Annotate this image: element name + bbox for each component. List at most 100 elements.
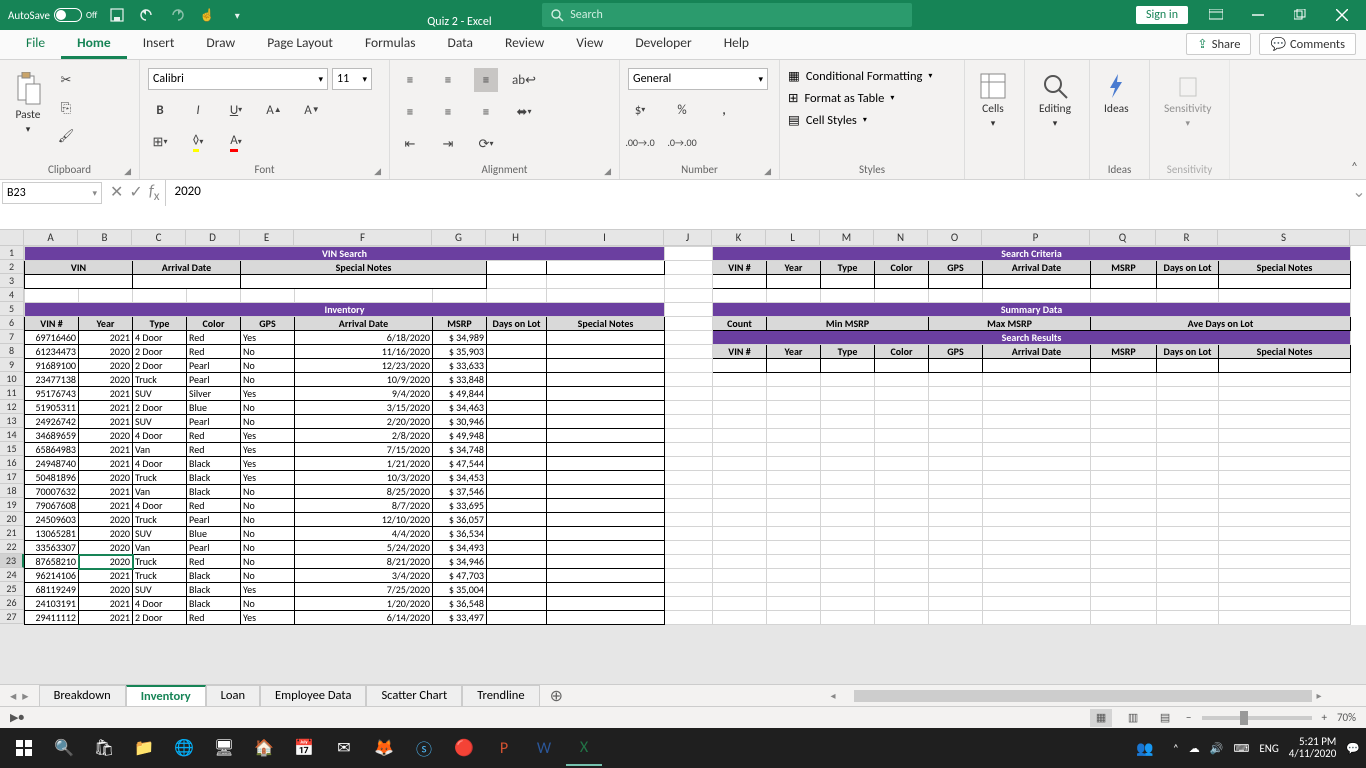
format-painter-icon[interactable]: 🖌 <box>54 124 78 148</box>
ribbon-tab-file[interactable]: File <box>10 29 61 59</box>
orientation-icon[interactable]: ⟳ ▾ <box>474 132 498 156</box>
ribbon-tab-view[interactable]: View <box>560 29 619 59</box>
row-header-24[interactable]: 24 <box>0 568 24 582</box>
alignment-launcher-icon[interactable]: ◢ <box>604 166 611 177</box>
align-right-icon[interactable]: ≡ <box>474 100 498 124</box>
ribbon-tab-data[interactable]: Data <box>432 29 489 59</box>
autosave-toggle[interactable]: AutoSave Off <box>8 8 97 22</box>
align-top-icon[interactable]: ≡ <box>398 68 422 92</box>
close-icon[interactable] <box>1328 1 1356 29</box>
sheet-tab-loan[interactable]: Loan <box>206 685 260 706</box>
volume-icon[interactable]: 🔊 <box>1210 742 1224 755</box>
clock[interactable]: 5:21 PM 4/11/2020 <box>1289 736 1337 760</box>
select-all-corner[interactable] <box>0 230 24 245</box>
col-header-M[interactable]: M <box>820 230 874 245</box>
align-middle-icon[interactable]: ≡ <box>436 68 460 92</box>
editing-button[interactable]: Editing▾ <box>1033 68 1077 133</box>
cut-icon[interactable]: ✂ <box>54 68 78 92</box>
cancel-formula-icon[interactable]: ✕ <box>110 182 123 202</box>
row-header-10[interactable]: 10 <box>0 372 24 386</box>
row-header-11[interactable]: 11 <box>0 386 24 400</box>
col-header-F[interactable]: F <box>294 230 432 245</box>
row-header-12[interactable]: 12 <box>0 400 24 414</box>
font-launcher-icon[interactable]: ◢ <box>374 166 381 177</box>
ribbon-tab-home[interactable]: Home <box>61 29 127 59</box>
powerpoint-icon[interactable]: P <box>486 730 522 766</box>
onedrive-icon[interactable]: ☁ <box>1189 742 1200 755</box>
chrome-icon[interactable]: 🔴 <box>446 730 482 766</box>
save-icon[interactable] <box>107 5 127 25</box>
sheet-tab-breakdown[interactable]: Breakdown <box>39 685 126 706</box>
notifications-icon[interactable]: 💬 <box>1346 742 1360 755</box>
ribbon-tab-help[interactable]: Help <box>708 29 765 59</box>
formula-input[interactable]: 2020 <box>166 180 1352 229</box>
row-header-22[interactable]: 22 <box>0 540 24 554</box>
page-break-view-icon[interactable]: ▤ <box>1154 709 1176 727</box>
maximize-icon[interactable] <box>1286 1 1314 29</box>
row-header-15[interactable]: 15 <box>0 442 24 456</box>
sheet-tab-trendline[interactable]: Trendline <box>462 685 539 706</box>
col-header-O[interactable]: O <box>928 230 982 245</box>
col-header-N[interactable]: N <box>874 230 928 245</box>
decrease-decimal-icon[interactable]: .0→.00 <box>670 130 694 154</box>
col-header-A[interactable]: A <box>24 230 78 245</box>
underline-icon[interactable]: U ▾ <box>224 98 248 122</box>
zoom-in-icon[interactable]: + <box>1322 711 1327 724</box>
bold-icon[interactable]: B <box>148 98 172 122</box>
firefox-icon[interactable]: 🦊 <box>366 730 402 766</box>
enter-formula-icon[interactable]: ✓ <box>129 182 142 202</box>
col-header-E[interactable]: E <box>240 230 294 245</box>
row-header-25[interactable]: 25 <box>0 582 24 596</box>
align-bottom-icon[interactable]: ≡ <box>474 68 498 92</box>
row-header-26[interactable]: 26 <box>0 596 24 610</box>
col-header-R[interactable]: R <box>1156 230 1218 245</box>
cells-button[interactable]: Cells▾ <box>973 68 1013 133</box>
file-explorer-icon[interactable]: 📁 <box>126 730 162 766</box>
col-header-D[interactable]: D <box>186 230 240 245</box>
zoom-slider[interactable] <box>1202 716 1312 720</box>
col-header-C[interactable]: C <box>132 230 186 245</box>
increase-decimal-icon[interactable]: .00→.0 <box>628 130 652 154</box>
col-header-B[interactable]: B <box>78 230 132 245</box>
language-indicator[interactable]: ENG <box>1259 742 1278 755</box>
row-header-13[interactable]: 13 <box>0 414 24 428</box>
col-header-I[interactable]: I <box>546 230 664 245</box>
merge-icon[interactable]: ⬌ ▾ <box>512 100 536 124</box>
align-center-icon[interactable]: ≡ <box>436 100 460 124</box>
sheet-nav-next-icon[interactable]: ▸ <box>22 688 28 704</box>
row-header-16[interactable]: 16 <box>0 456 24 470</box>
row-header-6[interactable]: 6 <box>0 316 24 330</box>
row-header-2[interactable]: 2 <box>0 260 24 274</box>
customize-qat-icon[interactable]: ▾ <box>227 5 247 25</box>
redo-icon[interactable] <box>167 5 187 25</box>
italic-icon[interactable]: I <box>186 98 210 122</box>
copy-icon[interactable]: ⎘ <box>54 96 78 120</box>
row-header-3[interactable]: 3 <box>0 274 24 288</box>
borders-icon[interactable]: ⊞ ▾ <box>148 130 172 154</box>
ribbon-tab-review[interactable]: Review <box>489 29 560 59</box>
row-header-20[interactable]: 20 <box>0 512 24 526</box>
minimize-icon[interactable] <box>1244 1 1272 29</box>
sheet-nav-prev-icon[interactable]: ◂ <box>10 688 16 704</box>
number-format-select[interactable]: General▾ <box>628 68 768 90</box>
calendar-icon[interactable]: 📅 <box>286 730 322 766</box>
skype-icon[interactable]: ⓢ <box>406 730 442 766</box>
sheet-tab-employee-data[interactable]: Employee Data <box>260 685 366 706</box>
page-layout-view-icon[interactable]: ▥ <box>1122 709 1144 727</box>
spreadsheet-grid[interactable]: ABCDEFGHIJKLMNOPQRS 12345678910111213141… <box>0 230 1366 684</box>
row-header-17[interactable]: 17 <box>0 470 24 484</box>
align-left-icon[interactable]: ≡ <box>398 100 422 124</box>
keyboard-icon[interactable]: ⌨ <box>1233 742 1249 755</box>
fx-icon[interactable]: fx <box>149 182 160 204</box>
decrease-indent-icon[interactable]: ⇤ <box>398 132 422 156</box>
search-box[interactable]: Search <box>542 3 912 27</box>
mail-icon[interactable]: ✉ <box>326 730 362 766</box>
font-name-select[interactable]: Calibri▾ <box>148 68 328 90</box>
row-header-1[interactable]: 1 <box>0 246 24 260</box>
home-icon[interactable]: 🏠 <box>246 730 282 766</box>
sheet-tab-scatter-chart[interactable]: Scatter Chart <box>366 685 462 706</box>
font-color-icon[interactable]: A ▾ <box>224 130 248 154</box>
signin-button[interactable]: Sign in <box>1136 6 1188 24</box>
search-taskbar-icon[interactable]: 🔍 <box>46 730 82 766</box>
col-header-P[interactable]: P <box>982 230 1090 245</box>
